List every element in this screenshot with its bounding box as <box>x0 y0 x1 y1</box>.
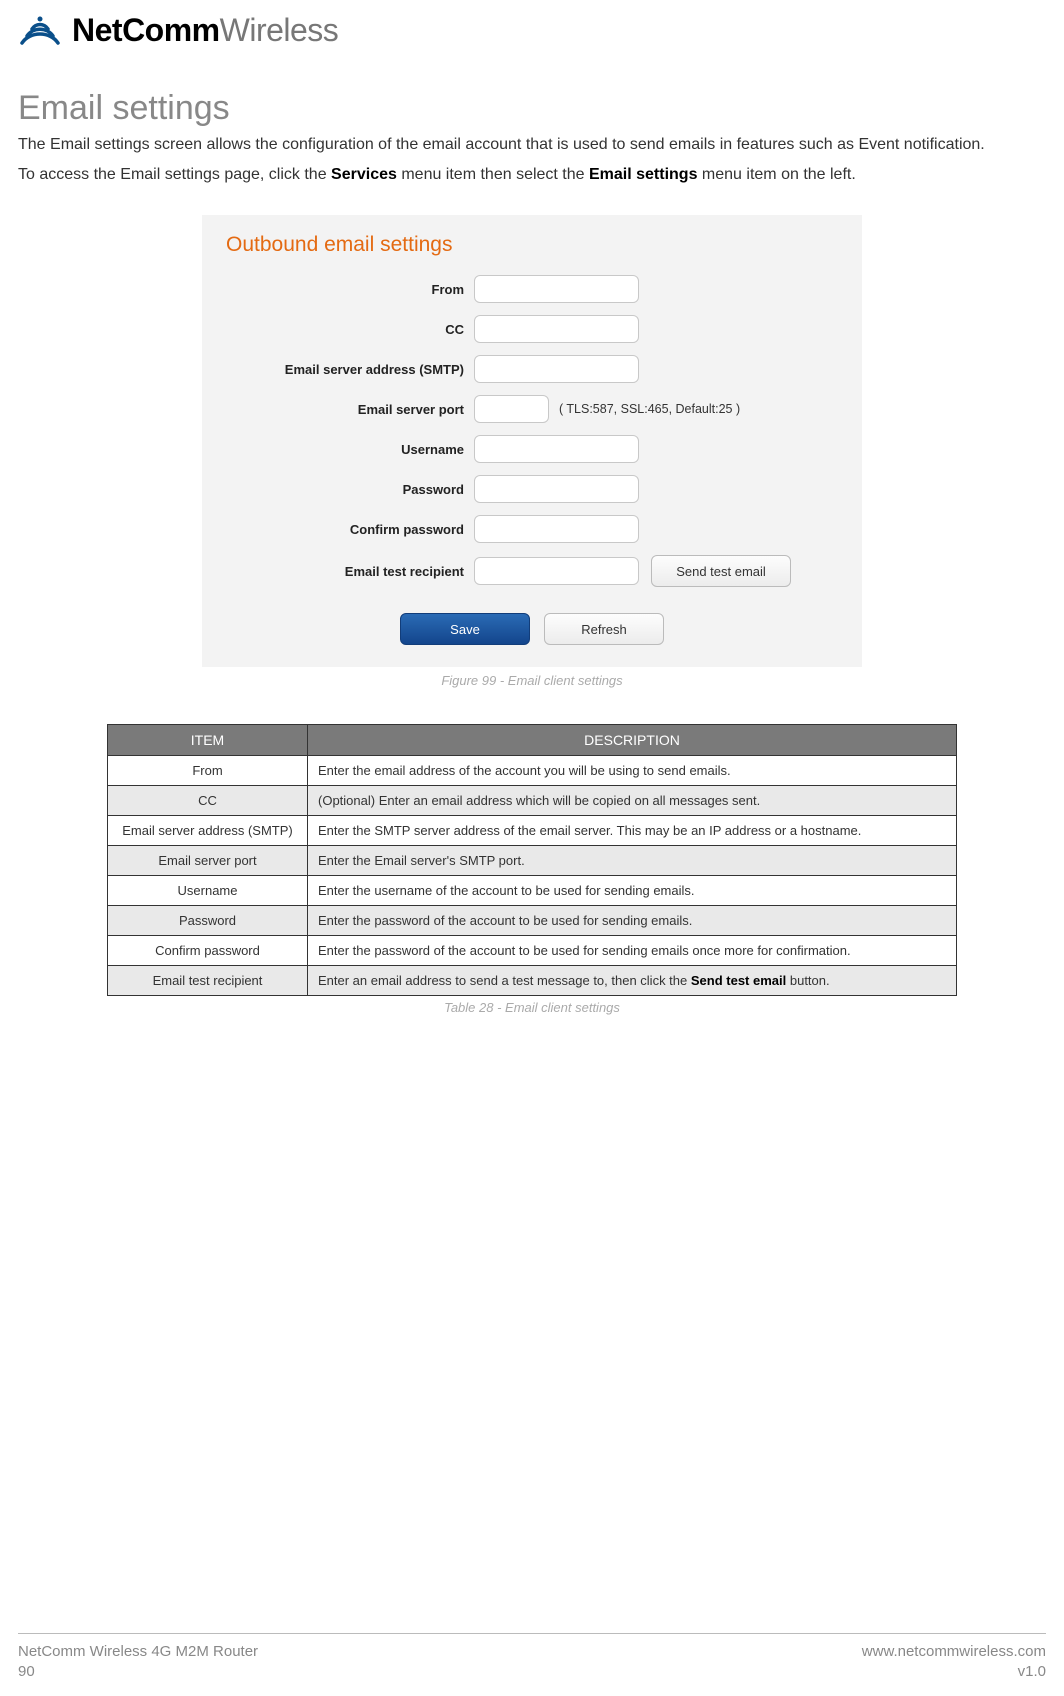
td-desc: (Optional) Enter an email address which … <box>308 786 957 816</box>
table-row: Email test recipient Enter an email addr… <box>108 966 957 996</box>
row-port: Email server port ( TLS:587, SSL:465, De… <box>224 395 840 423</box>
td-desc: Enter the password of the account to be … <box>308 936 957 966</box>
refresh-button[interactable]: Refresh <box>544 613 664 645</box>
td-item: Username <box>108 876 308 906</box>
label-cc: CC <box>224 322 474 337</box>
th-item: ITEM <box>108 725 308 756</box>
intro-p2-services: Services <box>331 166 397 183</box>
footer-right: www.netcommwireless.com v1.0 <box>862 1642 1046 1683</box>
td-item: Email server address (SMTP) <box>108 816 308 846</box>
row-cc: CC <box>224 315 840 343</box>
td-desc: Enter the email address of the account y… <box>308 756 957 786</box>
row-recipient: Email test recipient Send test email <box>224 555 840 587</box>
td-item: Confirm password <box>108 936 308 966</box>
footer-page-number: 90 <box>18 1662 258 1682</box>
intro-p2-e: menu item on the left. <box>697 166 855 183</box>
page-title: Email settings <box>18 89 1046 128</box>
table-row: Username Enter the username of the accou… <box>108 876 957 906</box>
table-row: Email server port Enter the Email server… <box>108 846 957 876</box>
row-smtp: Email server address (SMTP) <box>224 355 840 383</box>
label-recipient: Email test recipient <box>224 564 474 579</box>
td-desc-b: button. <box>786 973 829 988</box>
page-footer: NetComm Wireless 4G M2M Router 90 www.ne… <box>18 1633 1046 1683</box>
td-desc: Enter the password of the account to be … <box>308 906 957 936</box>
row-confirm: Confirm password <box>224 515 840 543</box>
td-item: Email server port <box>108 846 308 876</box>
table-row: Confirm password Enter the password of t… <box>108 936 957 966</box>
input-smtp[interactable] <box>474 355 639 383</box>
label-password: Password <box>224 482 474 497</box>
outbound-email-panel: Outbound email settings From CC Email se… <box>202 215 862 667</box>
input-confirm-password[interactable] <box>474 515 639 543</box>
brand-logo-text: NetCommWireless <box>72 12 338 49</box>
save-button[interactable]: Save <box>400 613 530 645</box>
td-desc: Enter the Email server's SMTP port. <box>308 846 957 876</box>
panel-button-row: Save Refresh <box>224 613 840 645</box>
td-item: CC <box>108 786 308 816</box>
description-table: ITEM DESCRIPTION From Enter the email ad… <box>107 724 957 996</box>
intro-paragraph-1: The Email settings screen allows the con… <box>18 134 1046 156</box>
td-desc-a: Enter an email address to send a test me… <box>318 973 691 988</box>
port-hint: ( TLS:587, SSL:465, Default:25 ) <box>559 402 740 416</box>
figure-caption: Figure 99 - Email client settings <box>18 673 1046 688</box>
td-desc-bold: Send test email <box>691 973 786 988</box>
td-item: From <box>108 756 308 786</box>
table-row: CC (Optional) Enter an email address whi… <box>108 786 957 816</box>
footer-url: www.netcommwireless.com <box>862 1642 1046 1662</box>
td-desc: Enter an email address to send a test me… <box>308 966 957 996</box>
label-smtp: Email server address (SMTP) <box>224 362 474 377</box>
table-caption: Table 28 - Email client settings <box>18 1000 1046 1015</box>
td-item: Password <box>108 906 308 936</box>
intro-p2-a: To access the Email settings page, click… <box>18 166 331 183</box>
input-cc[interactable] <box>474 315 639 343</box>
brand-logo-icon <box>18 13 62 49</box>
document-page: NetCommWireless Email settings The Email… <box>0 0 1064 1696</box>
footer-product: NetComm Wireless 4G M2M Router <box>18 1642 258 1662</box>
panel-title: Outbound email settings <box>226 233 840 257</box>
label-port: Email server port <box>224 402 474 417</box>
intro-p2-c: menu item then select the <box>397 166 589 183</box>
brand-light: Wireless <box>220 12 339 48</box>
input-test-recipient[interactable] <box>474 557 639 585</box>
intro-p2-email-settings: Email settings <box>589 166 697 183</box>
td-desc: Enter the SMTP server address of the ema… <box>308 816 957 846</box>
input-from[interactable] <box>474 275 639 303</box>
footer-left: NetComm Wireless 4G M2M Router 90 <box>18 1642 258 1683</box>
label-confirm: Confirm password <box>224 522 474 537</box>
intro-paragraph-2: To access the Email settings page, click… <box>18 164 1046 186</box>
footer-version: v1.0 <box>862 1662 1046 1682</box>
input-username[interactable] <box>474 435 639 463</box>
td-item: Email test recipient <box>108 966 308 996</box>
td-desc: Enter the username of the account to be … <box>308 876 957 906</box>
row-username: Username <box>224 435 840 463</box>
description-table-container: ITEM DESCRIPTION From Enter the email ad… <box>18 724 1046 996</box>
row-password: Password <box>224 475 840 503</box>
row-from: From <box>224 275 840 303</box>
panel-container: Outbound email settings From CC Email se… <box>18 215 1046 667</box>
label-from: From <box>224 282 474 297</box>
label-username: Username <box>224 442 474 457</box>
send-test-email-button[interactable]: Send test email <box>651 555 791 587</box>
th-description: DESCRIPTION <box>308 725 957 756</box>
description-table-body: From Enter the email address of the acco… <box>108 756 957 996</box>
brand-header: NetCommWireless <box>18 12 1046 49</box>
table-row: Password Enter the password of the accou… <box>108 906 957 936</box>
table-row: Email server address (SMTP) Enter the SM… <box>108 816 957 846</box>
brand-bold: NetComm <box>72 12 220 48</box>
table-row: From Enter the email address of the acco… <box>108 756 957 786</box>
input-password[interactable] <box>474 475 639 503</box>
input-port[interactable] <box>474 395 549 423</box>
